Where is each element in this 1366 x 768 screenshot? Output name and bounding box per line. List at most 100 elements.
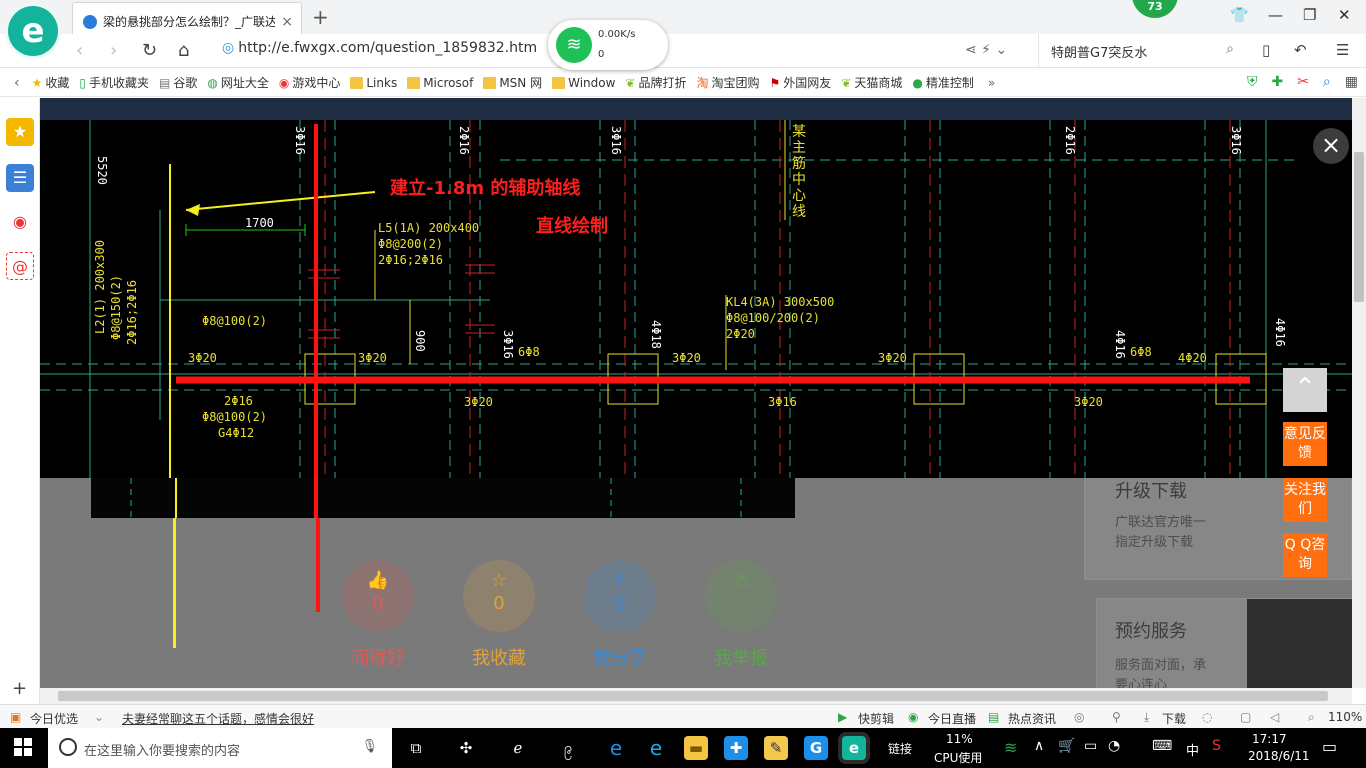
- bookmark-item[interactable]: ❦ 天猫商城: [841, 74, 902, 91]
- action-circle[interactable]: ☆ 0: [463, 560, 535, 632]
- plus-app-icon[interactable]: ✚: [724, 736, 748, 760]
- bookmark-item[interactable]: ❦ 品牌打折: [625, 74, 686, 91]
- weibo-icon[interactable]: ◉: [6, 208, 34, 236]
- bookmark-item[interactable]: MSN 网: [483, 74, 542, 91]
- pin-icon[interactable]: ⚲: [1112, 710, 1121, 724]
- tab-close-icon[interactable]: ×: [281, 14, 293, 30]
- home-icon[interactable]: ⌂: [178, 40, 189, 61]
- zoom-icon[interactable]: ⌕: [1308, 710, 1315, 725]
- bookmark-item[interactable]: Window: [552, 74, 615, 91]
- add-dock-icon[interactable]: +: [12, 678, 27, 699]
- shield-icon[interactable]: ⛨: [1247, 74, 1258, 90]
- shirt-skin-icon[interactable]: 👕: [1230, 6, 1249, 24]
- follow-us-button[interactable]: 关注我们: [1283, 478, 1327, 522]
- bookmark-item[interactable]: ★ 收藏: [32, 74, 70, 91]
- quick-cut[interactable]: 快剪辑: [858, 710, 894, 727]
- action-circle[interactable]: ⇪ 0: [584, 560, 656, 632]
- keyboard-icon[interactable]: ⌨: [1152, 738, 1172, 754]
- action-1[interactable]: ☆ 0 我收藏: [449, 560, 549, 670]
- email-icon[interactable]: @: [6, 252, 34, 280]
- new-tab-button[interactable]: +: [312, 5, 329, 29]
- notes-icon[interactable]: ✎: [764, 736, 788, 760]
- hscroll-thumb[interactable]: [58, 691, 1328, 701]
- forward-icon[interactable]: ›: [110, 40, 117, 61]
- network-icon[interactable]: ◔: [1108, 738, 1120, 754]
- swirl-app-icon[interactable]: ၉: [556, 736, 580, 760]
- wifi-tray-icon[interactable]: ≋: [1004, 738, 1017, 757]
- notification-badge[interactable]: 73: [1132, 0, 1178, 18]
- bookmark-item[interactable]: ◍ 网址大全: [207, 74, 269, 91]
- bookmark-item[interactable]: ⚑ 外国网友: [770, 74, 832, 91]
- active-tab[interactable]: 梁的悬挑部分怎么绘制？_广联达 ×: [72, 2, 302, 34]
- live[interactable]: 今日直播: [928, 710, 976, 727]
- news-ticker[interactable]: 夫妻经常聊这五个话题，感情会很好: [122, 710, 314, 727]
- horizontal-scrollbar[interactable]: [40, 688, 1352, 704]
- bookmark-item[interactable]: 淘淘宝团购: [697, 74, 760, 91]
- link-label[interactable]: 链接: [888, 740, 912, 757]
- expand-icon[interactable]: ⌄: [94, 710, 104, 724]
- microphone-icon[interactable]: 🎙: [361, 739, 378, 754]
- bookmark-item[interactable]: ◉ 游戏中心: [279, 74, 341, 91]
- bookmark-item[interactable]: Links: [350, 74, 397, 91]
- scroll-thumb[interactable]: [1354, 152, 1364, 302]
- browser-logo[interactable]: e: [8, 6, 58, 56]
- magnifier-icon[interactable]: ⌕: [1323, 74, 1331, 90]
- download[interactable]: 下载: [1162, 710, 1186, 727]
- ie-icon[interactable]: e: [644, 736, 668, 760]
- notifications-icon[interactable]: ▭: [1322, 737, 1337, 756]
- g-app-icon[interactable]: G: [804, 736, 828, 760]
- bookmark-item[interactable]: Microsof: [407, 74, 473, 91]
- qq-consult-button[interactable]: Q Q咨询: [1283, 533, 1327, 577]
- back-icon[interactable]: ‹: [76, 40, 83, 61]
- reader-icon[interactable]: ☰: [6, 164, 34, 192]
- battery-icon[interactable]: ▭: [1084, 738, 1097, 754]
- more-bookmarks-icon[interactable]: »: [988, 76, 995, 90]
- clock-date[interactable]: 2018/6/11: [1248, 749, 1310, 763]
- puzzle-icon[interactable]: ✚: [1271, 74, 1283, 90]
- sound-icon[interactable]: ◁: [1270, 710, 1279, 724]
- minimize-icon[interactable]: —: [1268, 6, 1283, 24]
- close-window-icon[interactable]: ✕: [1338, 6, 1351, 24]
- accel-icon[interactable]: ◎: [1074, 710, 1084, 724]
- favorites-star-icon[interactable]: ★: [6, 118, 34, 146]
- browser-task-icon[interactable]: e: [842, 736, 866, 760]
- action-0[interactable]: 👍 0 问得好: [328, 560, 428, 670]
- search-icon[interactable]: ⌕: [1226, 41, 1234, 57]
- clock-time[interactable]: 17:17: [1252, 732, 1287, 746]
- url-input[interactable]: ◎ http://e.fwxgx.com/question_1859832.htm: [222, 40, 552, 62]
- action-circle[interactable]: ⚠: [705, 560, 777, 632]
- hot-news[interactable]: 热点资讯: [1008, 710, 1056, 727]
- bookmark-item[interactable]: ▤ 谷歌: [159, 74, 197, 91]
- maximize-icon[interactable]: ❐: [1303, 6, 1316, 24]
- zoom-level[interactable]: 110%: [1328, 710, 1362, 724]
- menu-icon[interactable]: ☰: [1336, 41, 1349, 59]
- cart-icon[interactable]: 🛒: [1058, 738, 1075, 754]
- edge-icon[interactable]: e: [604, 736, 628, 760]
- bookmark-item[interactable]: ▯ 手机收藏夹: [79, 74, 149, 91]
- apps-icon[interactable]: ▦: [1345, 74, 1358, 90]
- ie-gray-icon[interactable]: ℯ: [506, 736, 530, 760]
- service-card[interactable]: 预约服务 服务面对面，承 要心连心: [1096, 598, 1352, 688]
- window-icon[interactable]: ▢: [1240, 710, 1251, 724]
- ime-indicator[interactable]: 中: [1186, 740, 1199, 759]
- undo-icon[interactable]: ↶: [1294, 41, 1307, 59]
- task-view-icon[interactable]: ⧉: [404, 736, 428, 760]
- feedback-button[interactable]: 意见反馈: [1283, 422, 1327, 466]
- network-speed-widget[interactable]: ≋ 0.00K/s 0: [548, 20, 668, 70]
- cloud-icon[interactable]: ◌: [1202, 710, 1212, 724]
- scissors-icon[interactable]: ✂: [1297, 74, 1309, 90]
- action-3[interactable]: ⚠ 我举报: [691, 560, 791, 670]
- bookmark-item[interactable]: ● 精准控制: [912, 74, 974, 91]
- windows-start-icon[interactable]: [14, 738, 32, 756]
- hot-search-input[interactable]: 特朗普G7突反水 ⌕: [1038, 34, 1246, 68]
- phone-icon[interactable]: ▯: [1262, 41, 1270, 59]
- collapse-icon[interactable]: ‹: [14, 75, 20, 91]
- taskbar-search-input[interactable]: 在这里输入你要搜索的内容 🎙: [48, 728, 392, 768]
- daily-pick[interactable]: 今日优选: [30, 710, 78, 727]
- close-image-button[interactable]: ×: [1313, 128, 1349, 164]
- share-icon[interactable]: ⋖ ⚡ ⌄: [965, 42, 1007, 58]
- show-hidden-icon[interactable]: ∧: [1034, 738, 1044, 754]
- fan-app-icon[interactable]: ✣: [454, 736, 478, 760]
- sogou-icon[interactable]: S: [1212, 738, 1221, 754]
- action-2[interactable]: ⇪ 0 我分享: [570, 560, 670, 670]
